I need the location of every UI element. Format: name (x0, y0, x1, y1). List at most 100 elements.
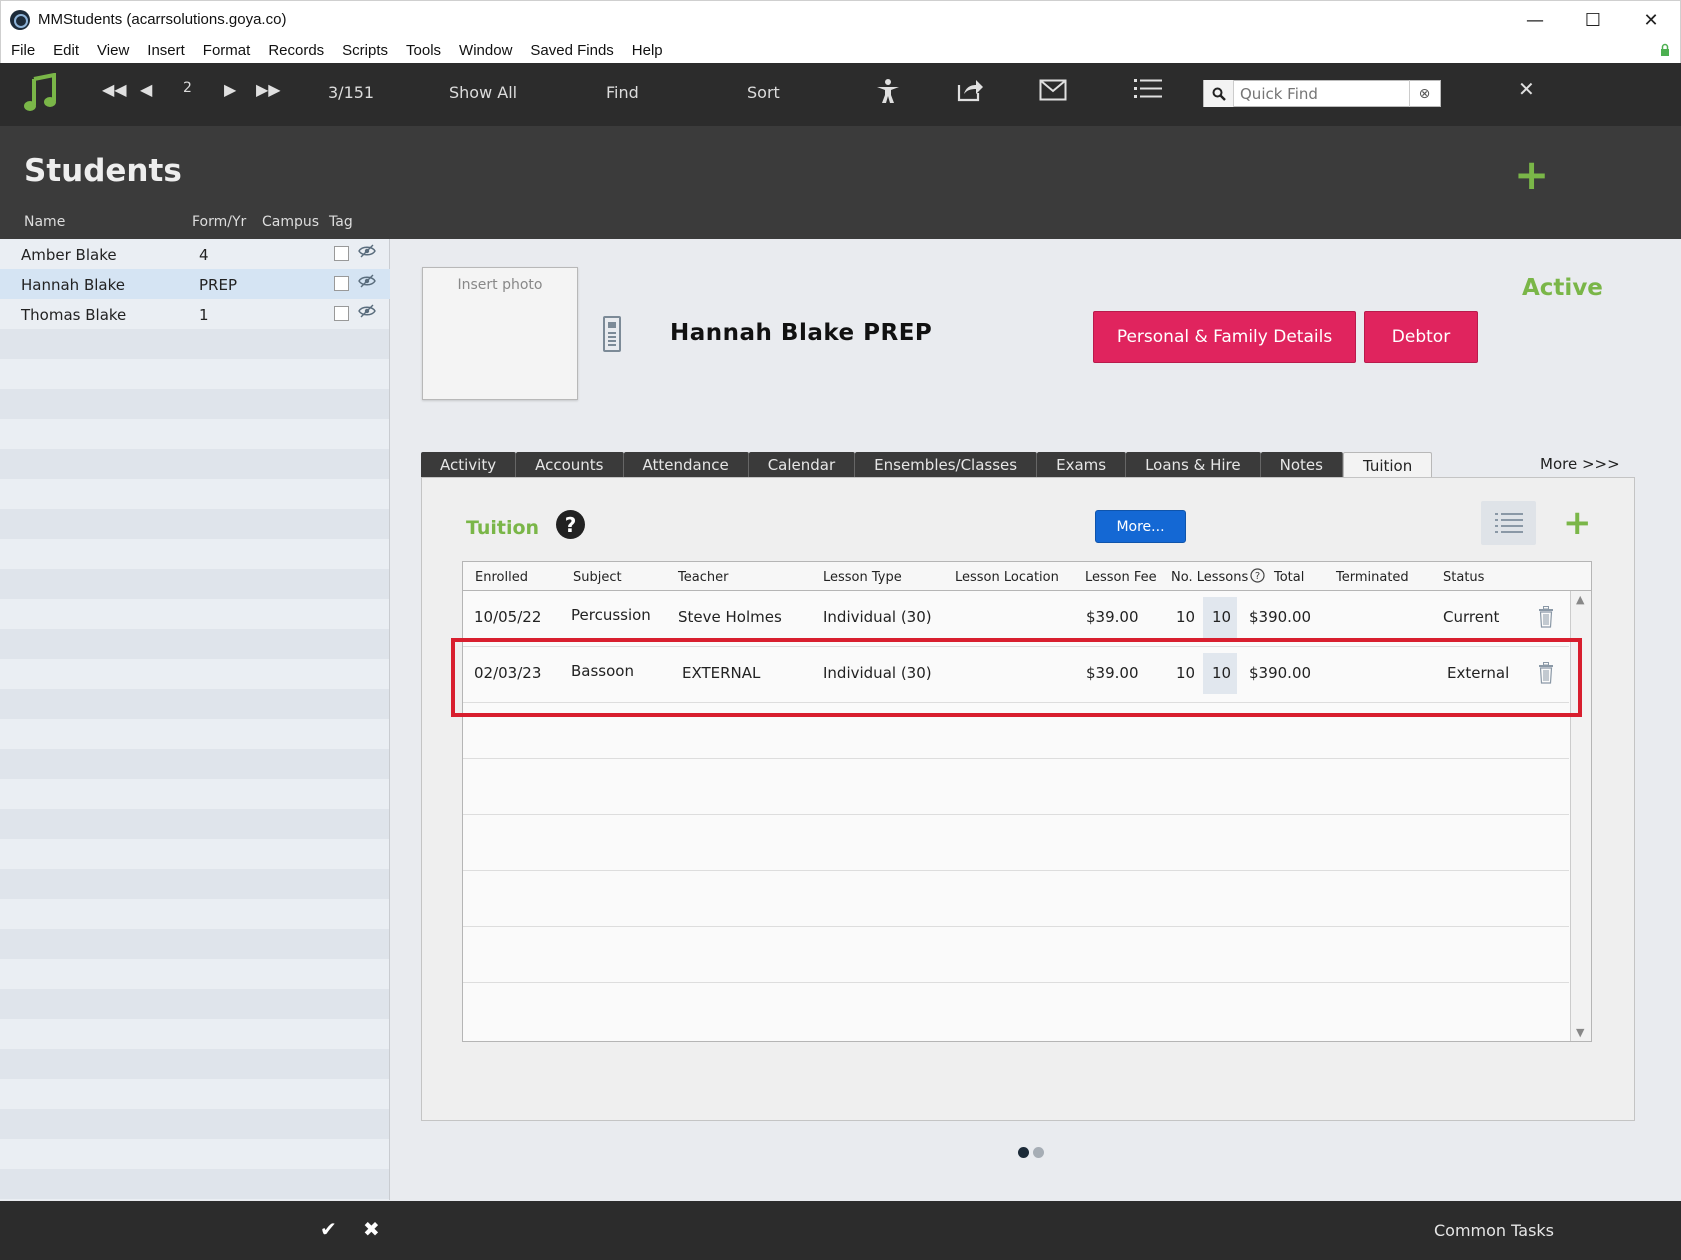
column-lesson-fee[interactable]: Lesson Fee (1085, 570, 1157, 585)
menu-view[interactable]: View (97, 42, 129, 59)
menu-tools[interactable]: Tools (406, 42, 441, 59)
column-teacher[interactable]: Teacher (678, 570, 728, 585)
show-all-button[interactable]: Show All (449, 83, 517, 102)
page-dot-2[interactable] (1033, 1147, 1044, 1158)
tab-accounts[interactable]: Accounts (516, 452, 624, 478)
scroll-up-icon[interactable]: ▲ (1576, 593, 1584, 606)
last-record-icon[interactable]: ▶▶ (256, 80, 281, 99)
maximize-icon[interactable]: ☐ (1564, 1, 1622, 39)
tab-notes[interactable]: Notes (1260, 452, 1343, 478)
list-view-button[interactable] (1481, 501, 1536, 545)
previous-record-icon[interactable]: ◀ (140, 80, 152, 99)
tab-calendar[interactable]: Calendar (748, 452, 856, 478)
tag-checkbox[interactable] (334, 246, 349, 261)
find-button[interactable]: Find (606, 83, 639, 102)
hidden-eye-icon[interactable] (358, 274, 376, 292)
trash-icon[interactable] (1538, 606, 1554, 628)
tag-checkbox[interactable] (334, 306, 349, 321)
empty-row (463, 815, 1569, 871)
menu-file[interactable]: File (11, 42, 35, 59)
tab-attendance[interactable]: Attendance (623, 452, 749, 478)
student-row[interactable]: Amber Blake 4 (0, 239, 390, 269)
check-icon[interactable]: ✔ (320, 1217, 337, 1241)
menu-insert[interactable]: Insert (147, 42, 185, 59)
music-note-icon[interactable] (24, 73, 58, 113)
photo-container[interactable]: Insert photo (422, 267, 578, 400)
column-total[interactable]: Total (1274, 570, 1304, 585)
column-subject[interactable]: Subject (573, 570, 622, 585)
tab-tuition[interactable]: Tuition (1342, 452, 1433, 478)
hidden-eye-icon[interactable] (358, 304, 376, 322)
tab-exams[interactable]: Exams (1037, 452, 1127, 478)
share-icon[interactable] (956, 77, 984, 103)
column-header-name[interactable]: Name (24, 214, 65, 230)
column-header-tag[interactable]: Tag (329, 214, 353, 230)
help-icon[interactable]: ? (556, 510, 585, 539)
more-tabs-link[interactable]: More >>> (1540, 455, 1620, 473)
list-icon[interactable] (1134, 77, 1162, 101)
more-button[interactable]: More... (1095, 510, 1186, 543)
column-header-campus[interactable]: Campus (262, 214, 319, 230)
student-row[interactable]: Hannah Blake PREP (0, 269, 390, 299)
accessibility-icon[interactable] (874, 77, 902, 105)
cell-status[interactable]: Current (1443, 608, 1499, 626)
add-student-icon[interactable]: + (1514, 154, 1549, 196)
cell-lesson-fee[interactable]: $39.00 (1086, 608, 1139, 626)
window-title: MMStudents (acarrsolutions.goya.co) (38, 11, 287, 28)
scroll-down-icon[interactable]: ▼ (1576, 1026, 1584, 1039)
cell-subject[interactable]: Percussion (571, 606, 651, 624)
page-title: Students (24, 153, 182, 189)
menu-saved-finds[interactable]: Saved Finds (530, 42, 613, 59)
search-icon[interactable] (1204, 80, 1234, 107)
mobile-phone-icon[interactable] (603, 316, 621, 352)
tuition-table: Enrolled Subject Teacher Lesson Type Les… (462, 561, 1592, 1042)
record-number[interactable]: 2 (183, 80, 192, 96)
question-circle-icon[interactable]: ? (1250, 568, 1265, 583)
highlight-box (451, 638, 1582, 717)
tab-activity[interactable]: Activity (421, 452, 517, 478)
menu-format[interactable]: Format (203, 42, 251, 59)
column-status[interactable]: Status (1443, 570, 1484, 585)
clear-search-icon[interactable]: ⊗ (1409, 80, 1439, 107)
tab-loans-hire[interactable]: Loans & Hire (1126, 452, 1261, 478)
menu-window[interactable]: Window (459, 42, 512, 59)
common-tasks-button[interactable]: Common Tasks (1434, 1221, 1554, 1240)
sort-button[interactable]: Sort (747, 83, 780, 102)
student-name: Hannah Blake (21, 276, 125, 294)
debtor-button[interactable]: Debtor (1364, 311, 1478, 363)
tab-bar: Activity Accounts Attendance Calendar En… (421, 452, 1433, 478)
cell-lesson-type[interactable]: Individual (30) (823, 608, 932, 626)
column-header-form[interactable]: Form/Yr (192, 214, 246, 230)
student-row[interactable]: Thomas Blake 1 (0, 299, 390, 329)
column-no-lessons[interactable]: No. Lessons (1171, 570, 1248, 585)
menu-bar: File Edit View Insert Format Records Scr… (0, 38, 1681, 63)
close-window-icon[interactable]: ✕ (1622, 1, 1680, 39)
page-dot-1[interactable] (1018, 1147, 1029, 1158)
email-icon[interactable] (1039, 79, 1067, 101)
next-record-icon[interactable]: ▶ (224, 80, 236, 99)
menu-help[interactable]: Help (632, 42, 663, 59)
quick-find-input[interactable] (1234, 81, 1409, 106)
menu-scripts[interactable]: Scripts (342, 42, 388, 59)
menu-records[interactable]: Records (268, 42, 324, 59)
tag-checkbox[interactable] (334, 276, 349, 291)
personal-family-details-button[interactable]: Personal & Family Details (1093, 311, 1356, 363)
column-lesson-location[interactable]: Lesson Location (955, 570, 1059, 585)
add-tuition-icon[interactable]: + (1563, 503, 1592, 543)
column-enrolled[interactable]: Enrolled (475, 570, 528, 585)
cancel-icon[interactable]: ✖ (363, 1217, 380, 1241)
cell-teacher[interactable]: Steve Holmes (678, 608, 782, 626)
cell-no-lessons[interactable]: 10 (1176, 608, 1195, 626)
student-form: PREP (199, 276, 237, 294)
tab-ensembles-classes[interactable]: Ensembles/Classes (855, 452, 1038, 478)
column-lesson-type[interactable]: Lesson Type (823, 570, 902, 585)
column-terminated[interactable]: Terminated (1336, 570, 1409, 585)
cell-lessons-box[interactable]: 10 (1212, 608, 1231, 626)
hidden-eye-icon[interactable] (358, 244, 376, 262)
cell-total[interactable]: $390.00 (1249, 608, 1311, 626)
close-toolbar-icon[interactable]: ✕ (1518, 77, 1535, 101)
menu-edit[interactable]: Edit (53, 42, 79, 59)
minimize-icon[interactable]: — (1506, 1, 1564, 39)
first-record-icon[interactable]: ◀◀ (102, 80, 127, 99)
cell-enrolled[interactable]: 10/05/22 (474, 608, 541, 626)
